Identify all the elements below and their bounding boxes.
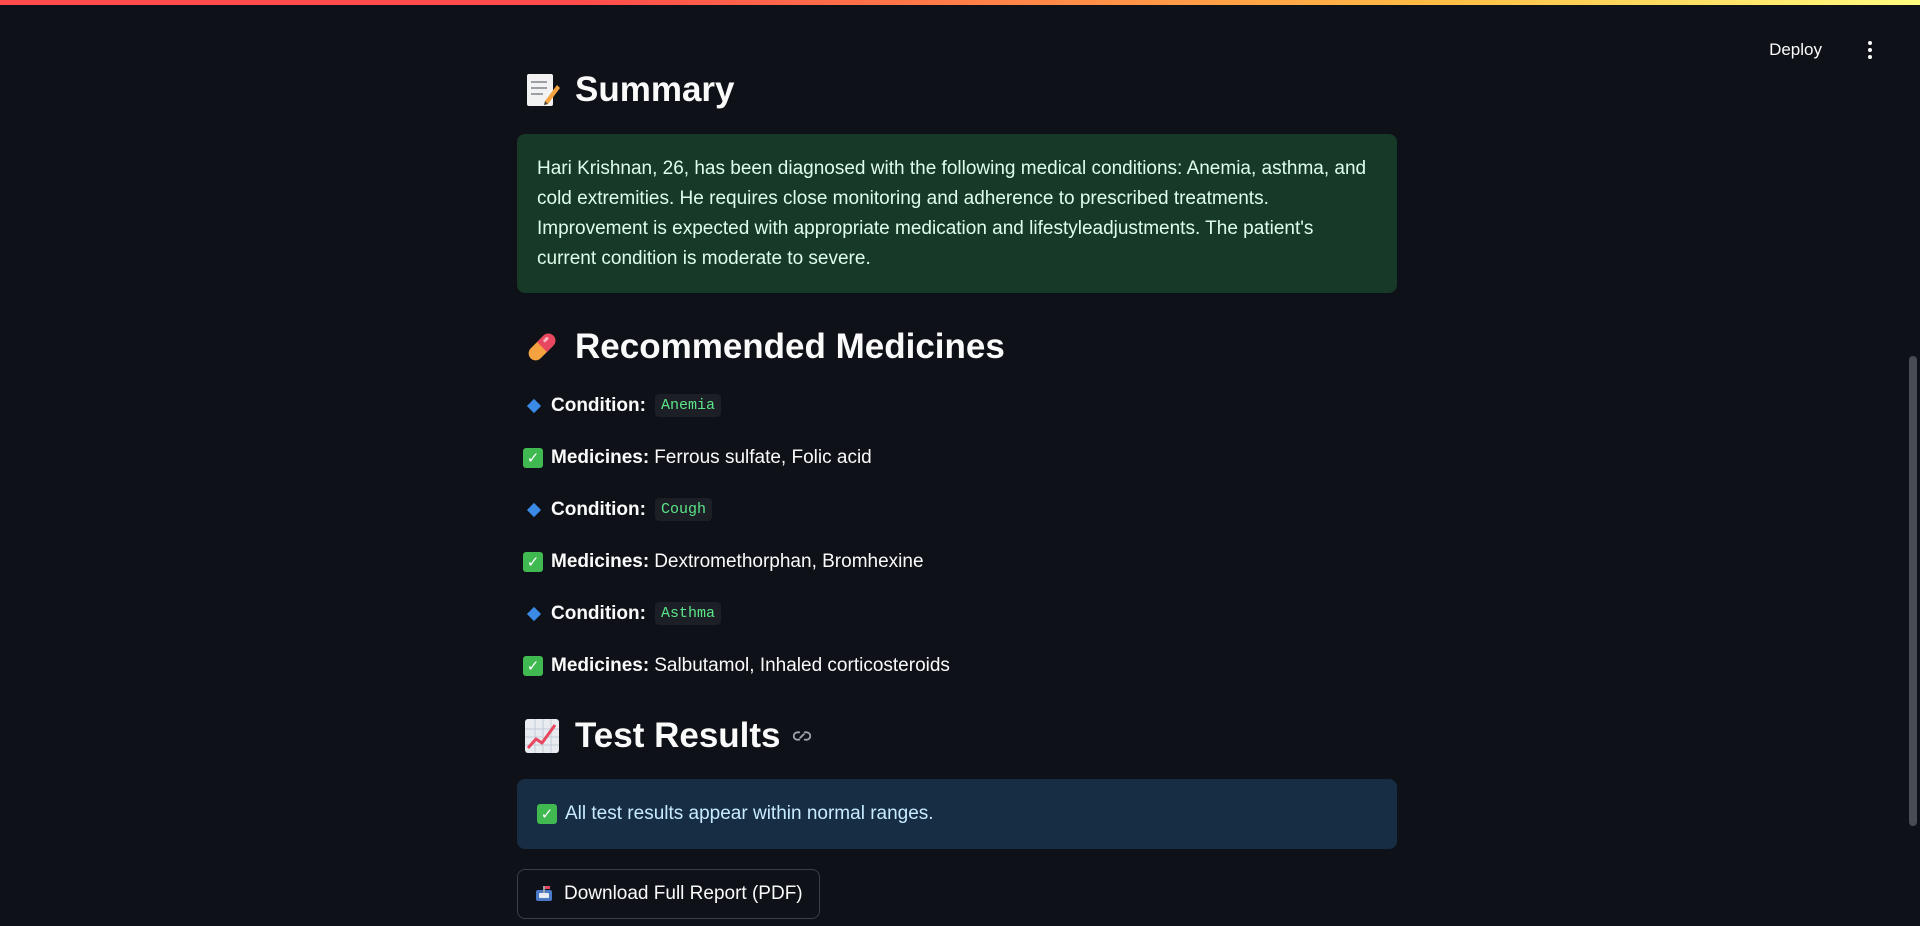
- medicines-value: Dextromethorphan, Bromhexine: [654, 551, 924, 572]
- summary-text: Hari Krishnan, 26, has been diagnosed wi…: [537, 158, 1367, 269]
- check-mark-icon: ✓: [523, 552, 543, 572]
- mailbox-icon: [534, 884, 554, 904]
- pill-icon: [523, 328, 561, 366]
- chart-increasing-icon: [523, 717, 561, 755]
- condition-value: Cough: [654, 498, 712, 521]
- condition-label: Condition:: [551, 394, 646, 416]
- condition-label: Condition:: [551, 498, 646, 520]
- condition-row: Condition: Cough: [523, 498, 712, 521]
- medicines-row: ✓ Medicines: Ferrous sulfate, Folic acid: [523, 447, 872, 469]
- test-results-heading: Test Results: [523, 716, 813, 756]
- main-menu-icon[interactable]: [1860, 36, 1880, 64]
- scrollbar-thumb[interactable]: [1909, 356, 1917, 826]
- memo-icon: [523, 71, 561, 109]
- deploy-button[interactable]: Deploy: [1761, 34, 1830, 66]
- blue-diamond-icon: [526, 606, 542, 621]
- summary-heading: Summary: [523, 70, 735, 110]
- check-mark-icon: ✓: [523, 656, 543, 676]
- scrollbar[interactable]: [1906, 0, 1920, 926]
- medicines-heading: Recommended Medicines: [523, 327, 1005, 367]
- medicines-label: Medicines:: [551, 551, 650, 572]
- condition-value: Asthma: [654, 602, 721, 625]
- check-mark-icon: ✓: [537, 804, 557, 824]
- medicines-value: Ferrous sulfate, Folic acid: [654, 447, 872, 468]
- condition-row: Condition: Asthma: [523, 602, 721, 625]
- check-mark-icon: ✓: [523, 448, 543, 468]
- medicines-label: Medicines:: [551, 447, 650, 468]
- top-decoration-bar: [0, 0, 1920, 5]
- medicines-value: Salbutamol, Inhaled corticosteroids: [654, 655, 950, 676]
- download-report-button[interactable]: Download Full Report (PDF): [517, 869, 820, 919]
- test-results-message: All test results appear within normal ra…: [565, 803, 934, 824]
- download-button-label: Download Full Report (PDF): [564, 883, 803, 904]
- summary-heading-text: Summary: [575, 70, 735, 109]
- link-icon[interactable]: [791, 725, 813, 747]
- condition-value: Anemia: [654, 394, 721, 417]
- medicines-row: ✓ Medicines: Salbutamol, Inhaled cortico…: [523, 655, 950, 677]
- summary-box: Hari Krishnan, 26, has been diagnosed wi…: [517, 134, 1397, 293]
- medicines-label: Medicines:: [551, 655, 650, 676]
- medicines-heading-text: Recommended Medicines: [575, 327, 1005, 366]
- condition-row: Condition: Anemia: [523, 394, 721, 417]
- header-toolbar: Deploy: [1761, 34, 1880, 66]
- test-results-heading-text: Test Results: [575, 716, 781, 755]
- blue-diamond-icon: [526, 502, 542, 517]
- medicines-row: ✓ Medicines: Dextromethorphan, Bromhexin…: [523, 551, 924, 573]
- blue-diamond-icon: [526, 398, 542, 413]
- test-results-info-box: ✓ All test results appear within normal …: [517, 779, 1397, 849]
- condition-label: Condition:: [551, 602, 646, 624]
